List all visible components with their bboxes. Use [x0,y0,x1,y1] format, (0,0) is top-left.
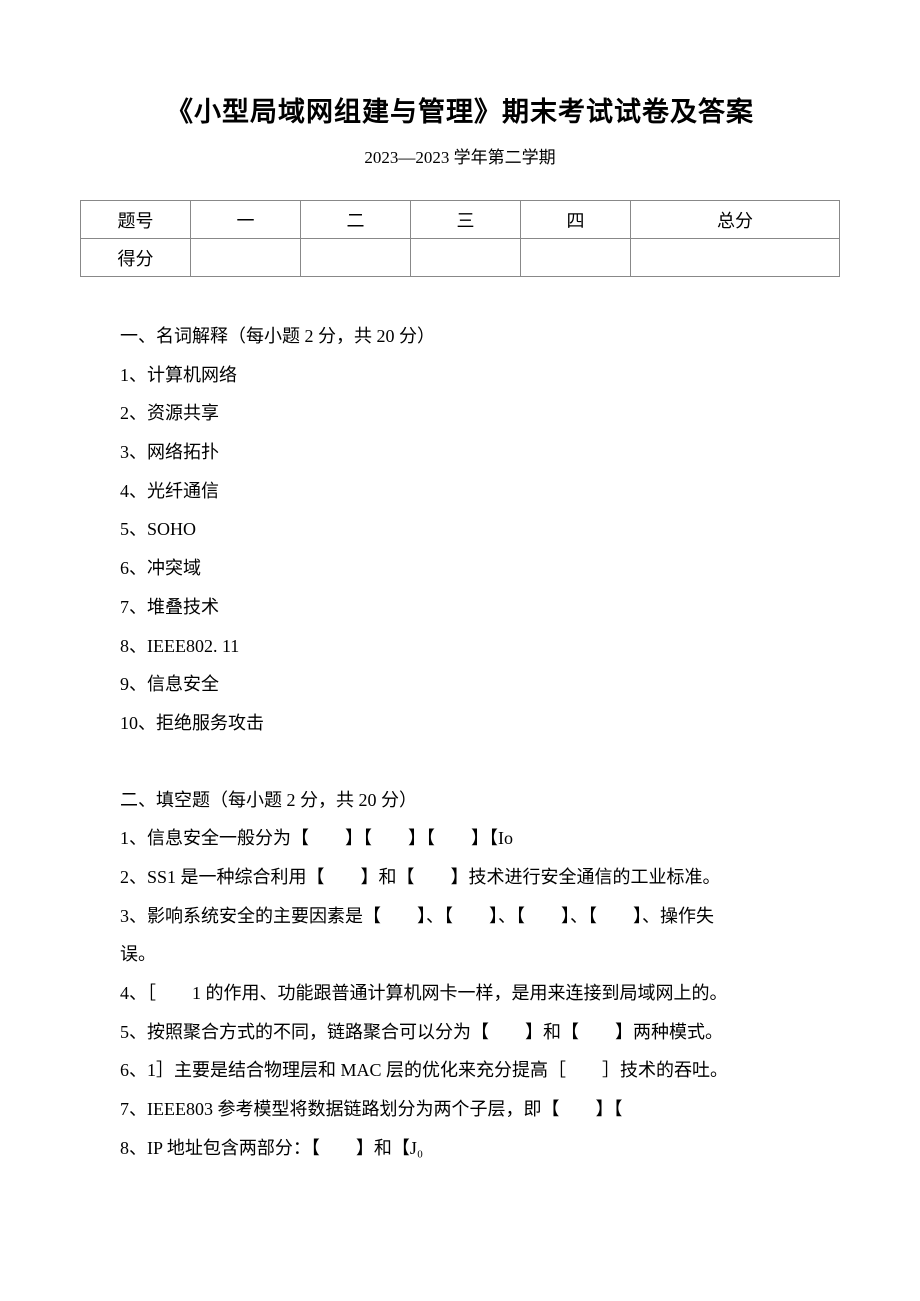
score-col2 [301,239,411,277]
list-item: 5、按照聚合方式的不同，链路聚合可以分为【 】和【 】两种模式。 [120,1013,830,1052]
header-total: 总分 [631,201,840,239]
section-heading: 一、名词解释（每小题 2 分，共 20 分） [120,317,830,356]
list-item: 4、［ 1 的作用、功能跟普通计算机网卡一样，是用来连接到局域网上的。 [120,974,830,1013]
list-item: 1、计算机网络 [120,356,830,395]
score-label: 得分 [81,239,191,277]
list-item: 3、网络拓扑 [120,433,830,472]
header-col2: 二 [301,201,411,239]
page-title: 《小型局域网组建与管理》期末考试试卷及答案 [80,90,840,129]
list-item: 5、SOHO [120,510,830,549]
list-item: 6、1］主要是结合物理层和 MAC 层的优化来充分提高［ ］技术的吞吐。 [120,1051,830,1090]
list-item: 8、IP 地址包含两部分：【 】和【J₀ [120,1129,830,1168]
list-item: 9、信息安全 [120,665,830,704]
list-item: 10、拒绝服务攻击 [120,704,830,743]
table-row: 题号 一 二 三 四 总分 [81,201,840,239]
list-item: 6、冲突域 [120,549,830,588]
list-item: 7、堆叠技术 [120,588,830,627]
list-item: 4、光纤通信 [120,472,830,511]
header-col1: 一 [191,201,301,239]
page-subtitle: 2023—2023 学年第二学期 [80,143,840,168]
score-table: 题号 一 二 三 四 总分 得分 [80,200,840,277]
list-item: 1、信息安全一般分为【 】【 】【 】【Io [120,819,830,858]
list-item: 2、资源共享 [120,394,830,433]
content-body: 一、名词解释（每小题 2 分，共 20 分） 1、计算机网络 2、资源共享 3、… [80,317,840,1167]
table-row: 得分 [81,239,840,277]
header-col4: 四 [521,201,631,239]
section-heading: 二、填空题（每小题 2 分，共 20 分） [120,781,830,820]
list-item: 7、IEEE803 参考模型将数据链路划分为两个子层，即【 】【 [120,1090,830,1129]
header-label: 题号 [81,201,191,239]
score-col3 [411,239,521,277]
wrap-line: 误。 [120,935,830,974]
score-total [631,239,840,277]
list-item: 3、影响系统安全的主要因素是【 】、【 】、【 】、【 】、操作失 [120,897,830,936]
list-item: 2、SS1 是一种综合利用【 】和【 】技术进行安全通信的工业标准。 [120,858,830,897]
score-col1 [191,239,301,277]
list-item: 8、IEEE802. 11 [120,627,830,666]
header-col3: 三 [411,201,521,239]
score-col4 [521,239,631,277]
